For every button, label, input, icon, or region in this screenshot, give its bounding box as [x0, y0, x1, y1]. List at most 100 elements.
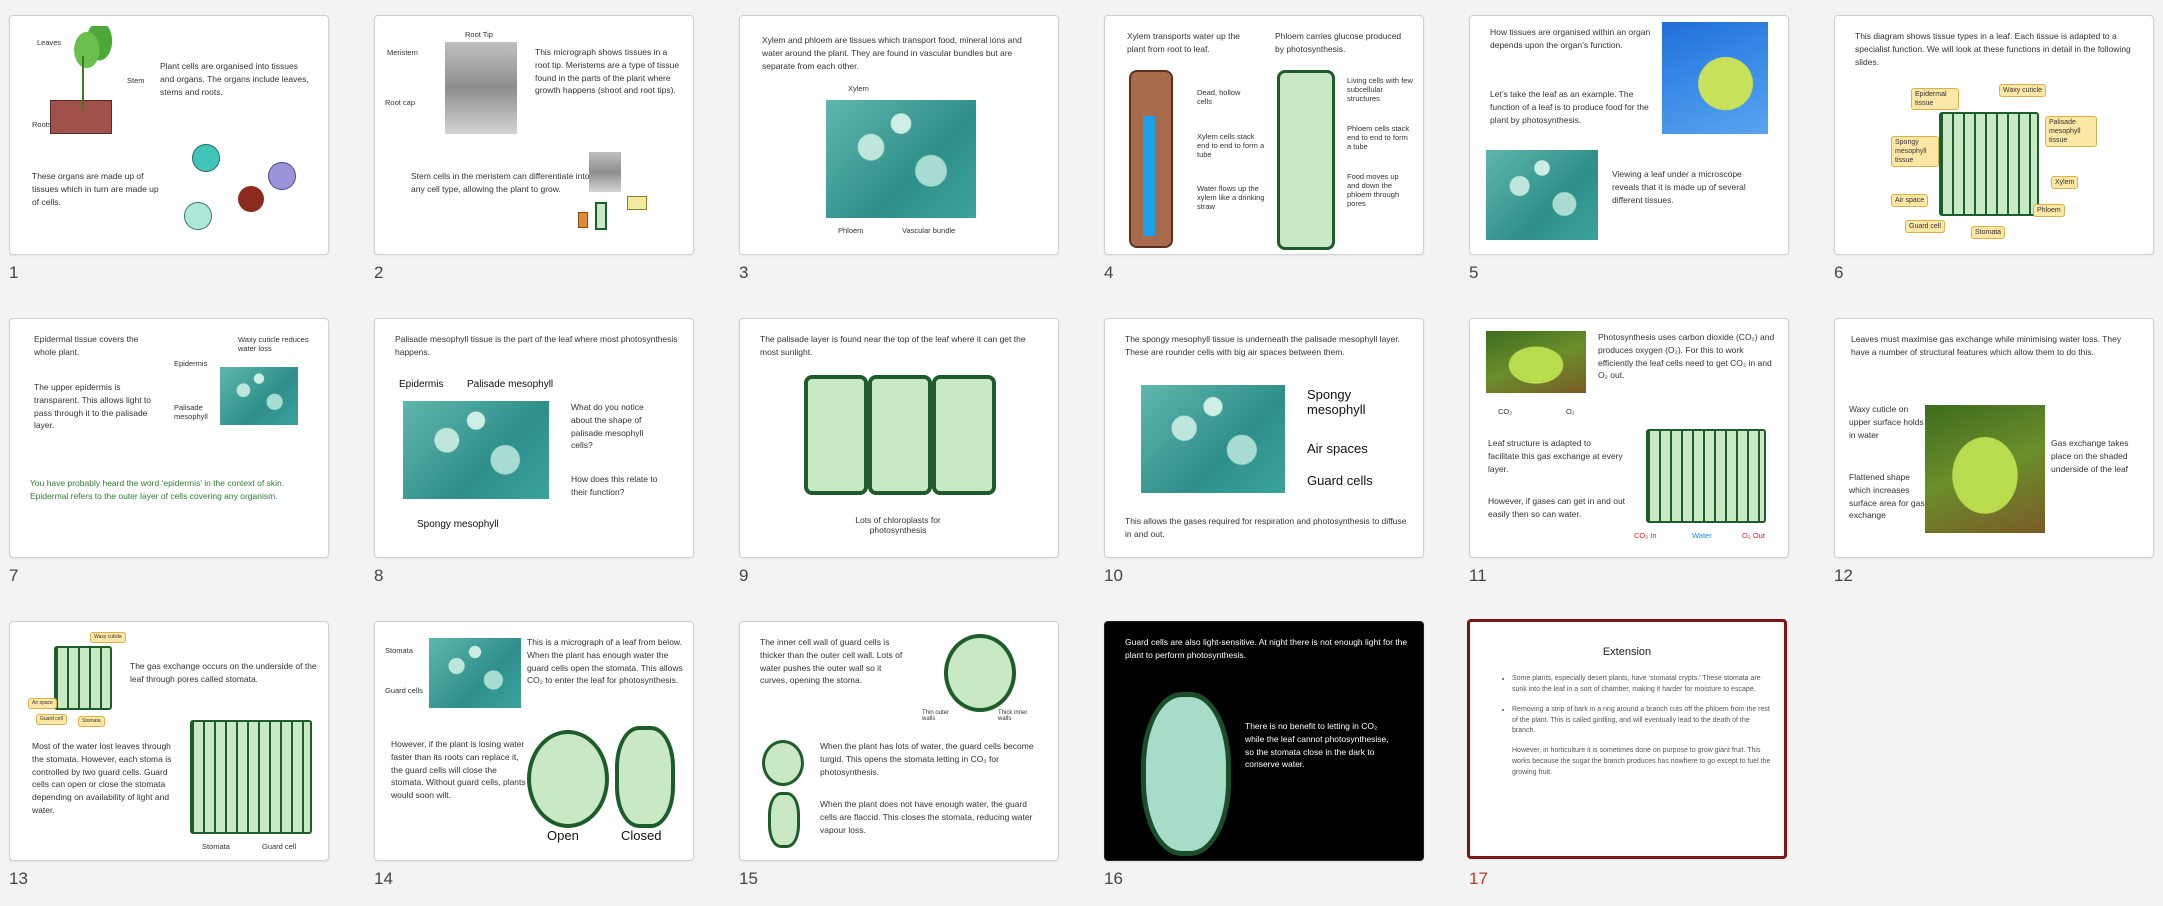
- slide-text: The gas exchange occurs on the underside…: [130, 661, 317, 684]
- slide-13[interactable]: Waxy cuticle Air space Guard cell Stomat…: [9, 621, 329, 861]
- cell-circle-icon: [184, 202, 212, 230]
- slide-11[interactable]: CO₂ O₂ Photosynthesis uses carbon dioxid…: [1469, 318, 1789, 558]
- slide-thumbnail-5[interactable]: How tissues are organised within an orga…: [1469, 15, 1789, 282]
- plant-leaves: [70, 26, 112, 86]
- slide-5[interactable]: How tissues are organised within an orga…: [1469, 15, 1789, 255]
- label-tag: Stomata: [1971, 226, 2006, 240]
- slide-text: The palisade layer is found near the top…: [760, 334, 1026, 357]
- bullet-item: Removing a strip of bark in a ring aroun…: [1512, 705, 1774, 738]
- slide-thumbnail-12[interactable]: Leaves must maximise gas exchange while …: [1834, 318, 2154, 585]
- slide-thumbnail-13[interactable]: Waxy cuticle Air space Guard cell Stomat…: [9, 621, 329, 888]
- slide-17[interactable]: Extension Some plants, especially desert…: [1467, 619, 1787, 859]
- slide-thumbnail-14[interactable]: Stomata Guard cells This is a micrograph…: [374, 621, 694, 888]
- meristem-diagram: [589, 152, 621, 192]
- slide-number: 11: [1469, 566, 1487, 585]
- slide-number: 9: [739, 566, 749, 585]
- label-root-cap: Root cap: [385, 98, 416, 107]
- bullet-item: However, in horticulture it is sometimes…: [1512, 747, 1771, 776]
- label-root-tip: Root Tip: [465, 30, 493, 39]
- slide-8[interactable]: Palisade mesophyll tissue is the part of…: [374, 318, 694, 558]
- slide-thumbnail-17[interactable]: Extension Some plants, especially desert…: [1467, 619, 1787, 888]
- label-tag: Phloem: [2033, 204, 2065, 218]
- label-spongy-mesophyll: Spongy mesophyll: [1307, 387, 1366, 417]
- label-palisade-mesophyll: Palisade mesophyll: [467, 379, 554, 390]
- slide-2[interactable]: Root Tip Meristem Root cap This microgra…: [374, 15, 694, 255]
- slide-text: The spongy mesophyll tissue is underneat…: [1125, 334, 1400, 357]
- slide-14[interactable]: Stomata Guard cells This is a micrograph…: [374, 621, 694, 861]
- leaf-micrograph: [1486, 150, 1598, 240]
- phloem-tube-diagram: [1277, 70, 1335, 250]
- slide-text: What do you notice about the shape of pa…: [571, 402, 644, 451]
- slide-text: There is no benefit to letting in CO₂ wh…: [1245, 721, 1389, 770]
- slide-text: Viewing a leaf under a microscope reveal…: [1612, 169, 1746, 205]
- slide-text: Let’s take the leaf as an example. The f…: [1490, 89, 1649, 125]
- xylem-cell-icon: [595, 202, 607, 230]
- plant-illustration: [50, 100, 112, 134]
- slide-number: 16: [1104, 869, 1123, 888]
- label-leaves: Leaves: [37, 38, 62, 47]
- slide-thumbnail-7[interactable]: Epidermal tissue covers the whole plant.…: [9, 318, 329, 585]
- label-co2: CO₂: [1498, 407, 1513, 416]
- label-tag: Waxy cuticle: [90, 632, 126, 643]
- label-tag: Epidermal tissue: [1911, 88, 1959, 111]
- open-stoma-diagram: [527, 730, 609, 828]
- slide-number: 6: [1834, 263, 1844, 282]
- slide-number: 12: [1834, 566, 1853, 585]
- slide-10[interactable]: The spongy mesophyll tissue is underneat…: [1104, 318, 1424, 558]
- slide-text: Most of the water lost leaves through th…: [32, 741, 172, 815]
- slide-thumbnail-11[interactable]: CO₂ O₂ Photosynthesis uses carbon dioxid…: [1469, 318, 1789, 585]
- palisade-cell: [932, 375, 996, 495]
- slide-thumbnail-6[interactable]: This diagram shows tissue types in a lea…: [1834, 15, 2154, 282]
- cell-icon: [578, 212, 588, 228]
- label-chloroplasts: Lots of chloroplasts for photosynthesis: [855, 515, 941, 535]
- slide-number: 14: [374, 869, 393, 888]
- label-phloem: Phloem: [838, 226, 864, 235]
- label-tag: Waxy cuticle: [1999, 84, 2047, 98]
- label-water: Water: [1692, 531, 1712, 540]
- water-arrow: [1143, 116, 1155, 236]
- slide-15[interactable]: The inner cell wall of guard cells is th…: [739, 621, 1059, 861]
- cell-circle-icon: [192, 144, 220, 172]
- label-tag: Xylem: [2051, 176, 2079, 190]
- slide-thumbnail-4[interactable]: Xylem transports water up the plant from…: [1104, 15, 1424, 282]
- slide-number: 17: [1469, 869, 1488, 888]
- slide-thumbnail-2[interactable]: Root Tip Meristem Root cap This microgra…: [374, 15, 694, 282]
- label-o2-out: O₂ Out: [1742, 531, 1765, 540]
- slide-text: Xylem and phloem are tissues which trans…: [762, 35, 1022, 71]
- label-xylem-note: Water flows up the xylem like a drinking…: [1197, 184, 1265, 211]
- slide-thumbnail-9[interactable]: The palisade layer is found near the top…: [739, 318, 1059, 585]
- guard-cell-diagram: [944, 634, 1016, 712]
- slide-thumbnail-1[interactable]: Leaves Stem Roots Plant cells are organi…: [9, 15, 329, 282]
- slide-thumbnail-16[interactable]: Guard cells are also light-sensitive. At…: [1104, 621, 1424, 888]
- slide-9[interactable]: The palisade layer is found near the top…: [739, 318, 1059, 558]
- cell-icon: [627, 196, 647, 210]
- slide-6[interactable]: This diagram shows tissue types in a lea…: [1834, 15, 2154, 255]
- slide-4[interactable]: Xylem transports water up the plant from…: [1104, 15, 1424, 255]
- slide-1[interactable]: Leaves Stem Roots Plant cells are organi…: [9, 15, 329, 255]
- leaf-cross-section-3d: [1939, 112, 2039, 216]
- leaf-underside-micrograph: [429, 638, 521, 708]
- label-air-spaces: Air spaces: [1307, 441, 1368, 456]
- slide-3[interactable]: Xylem and phloem are tissues which trans…: [739, 15, 1059, 255]
- slide-text: Xylem transports water up the plant from…: [1127, 31, 1240, 54]
- leaf-cross-section: [190, 720, 312, 834]
- slide-thumbnail-3[interactable]: Xylem and phloem are tissues which trans…: [739, 15, 1059, 282]
- slide-thumbnail-10[interactable]: The spongy mesophyll tissue is underneat…: [1104, 318, 1424, 585]
- palisade-cell: [804, 375, 868, 495]
- slide-text: How does this relate to their function?: [571, 474, 658, 497]
- slide-7[interactable]: Epidermal tissue covers the whole plant.…: [9, 318, 329, 558]
- label-guard-cells: Guard cells: [385, 686, 423, 695]
- slide-16[interactable]: Guard cells are also light-sensitive. At…: [1104, 621, 1424, 861]
- label-stomata: Stomata: [202, 842, 230, 851]
- label-closed: Closed: [621, 828, 662, 843]
- label-xylem-note: Dead, hollow cells: [1197, 88, 1241, 106]
- label-roots: Roots: [32, 120, 52, 129]
- slide-text: When the plant does not have enough wate…: [820, 799, 1033, 835]
- label-phloem-note: Food moves up and down the phloem throug…: [1347, 172, 1400, 208]
- slide-thumbnail-15[interactable]: The inner cell wall of guard cells is th…: [739, 621, 1059, 888]
- slide-12[interactable]: Leaves must maximise gas exchange while …: [1834, 318, 2154, 558]
- slide-thumbnail-8[interactable]: Palisade mesophyll tissue is the part of…: [374, 318, 694, 585]
- label-spongy-mesophyll: Spongy mesophyll: [417, 519, 499, 530]
- label-palisade: Palisade mesophyll: [174, 403, 208, 421]
- slide-text: However, if gases can get in and out eas…: [1488, 496, 1626, 519]
